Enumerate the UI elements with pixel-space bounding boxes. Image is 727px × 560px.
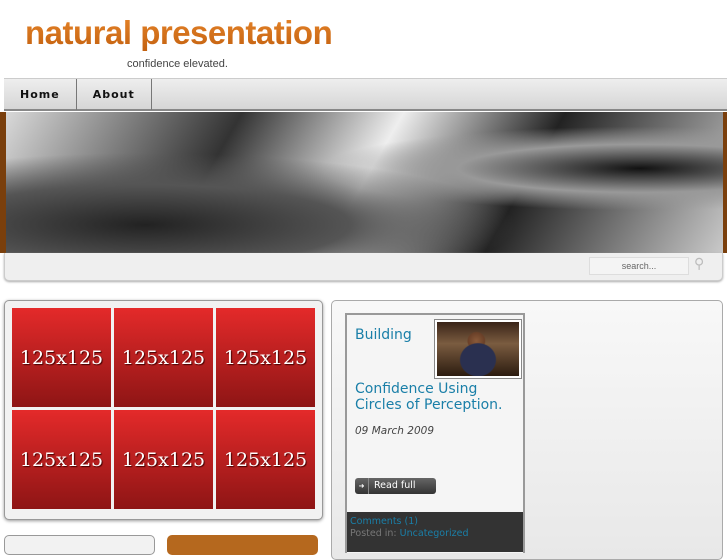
site-logo[interactable]: natural presentation xyxy=(25,14,333,52)
category-link[interactable]: Uncategorized xyxy=(400,528,469,539)
search-icon[interactable]: ⚲ xyxy=(694,256,712,274)
ad-slot[interactable]: 125x125 xyxy=(114,410,213,509)
ad-slot[interactable]: 125x125 xyxy=(12,308,111,407)
main-content: Building Confidence Using Circles of Per… xyxy=(331,300,723,560)
post-title-continued[interactable]: Confidence Using Circles of Perception. xyxy=(355,381,525,413)
main-nav: Home About xyxy=(4,78,727,111)
ad-slot[interactable]: 125x125 xyxy=(216,410,315,509)
sidebar-box xyxy=(4,535,155,555)
search-bar: search... ⚲ xyxy=(4,253,723,281)
search-input[interactable]: search... xyxy=(589,257,689,275)
post-thumbnail[interactable] xyxy=(434,319,522,379)
read-more-button[interactable]: ➜ Read full xyxy=(355,478,436,494)
site-tagline: confidence elevated. xyxy=(127,58,228,70)
ad-box: 125x125 125x125 125x125 125x125 125x125 … xyxy=(4,300,323,520)
post-meta: Comments (1) Posted in: Uncategorized xyxy=(347,512,523,552)
nav-home[interactable]: Home xyxy=(4,79,77,110)
posted-in-label: Posted in: xyxy=(350,528,397,539)
sidebar-box-orange xyxy=(167,535,318,555)
ad-slot[interactable]: 125x125 xyxy=(12,410,111,509)
arrow-right-icon: ➜ xyxy=(355,478,369,494)
post-card: Building Confidence Using Circles of Per… xyxy=(345,313,525,553)
comments-link[interactable]: Comments (1) xyxy=(350,516,418,527)
header-banner-image xyxy=(0,112,727,253)
ad-slot[interactable]: 125x125 xyxy=(114,308,213,407)
ad-slot[interactable]: 125x125 xyxy=(216,308,315,407)
nav-about[interactable]: About xyxy=(77,79,152,110)
post-title[interactable]: Building xyxy=(355,327,412,343)
post-date: 09 March 2009 xyxy=(355,425,434,437)
read-more-label: Read full xyxy=(374,480,416,491)
